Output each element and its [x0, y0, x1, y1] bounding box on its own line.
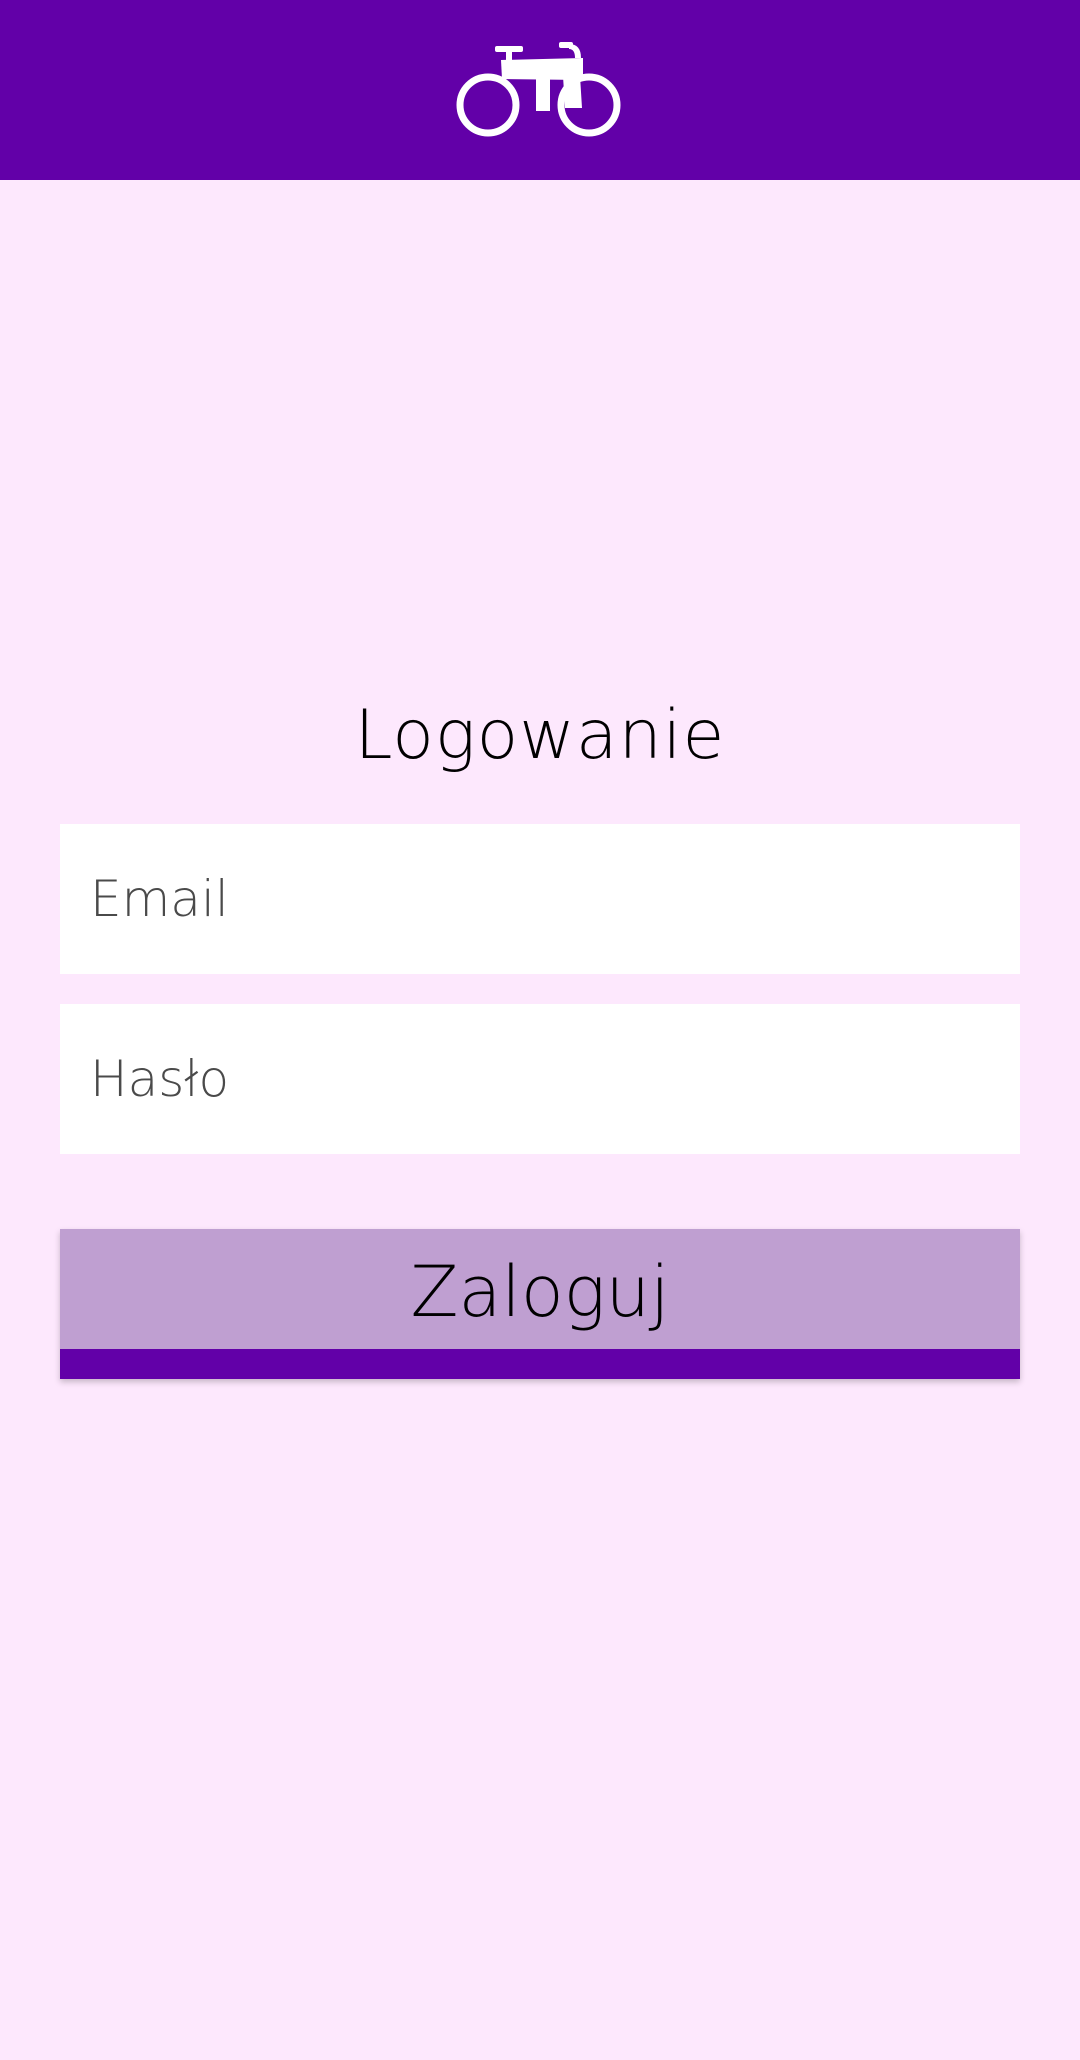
app-screen: Logowanie Zaloguj: [0, 0, 1080, 2060]
login-button-accent-bar: [60, 1349, 1020, 1379]
bicycle-icon: [456, 42, 621, 137]
login-button[interactable]: Zaloguj: [60, 1229, 1020, 1379]
login-button-label: Zaloguj: [410, 1251, 670, 1333]
app-header: [0, 0, 1080, 180]
email-field[interactable]: [60, 824, 1020, 974]
password-field[interactable]: [60, 1004, 1020, 1154]
page-title: Logowanie: [354, 696, 726, 775]
